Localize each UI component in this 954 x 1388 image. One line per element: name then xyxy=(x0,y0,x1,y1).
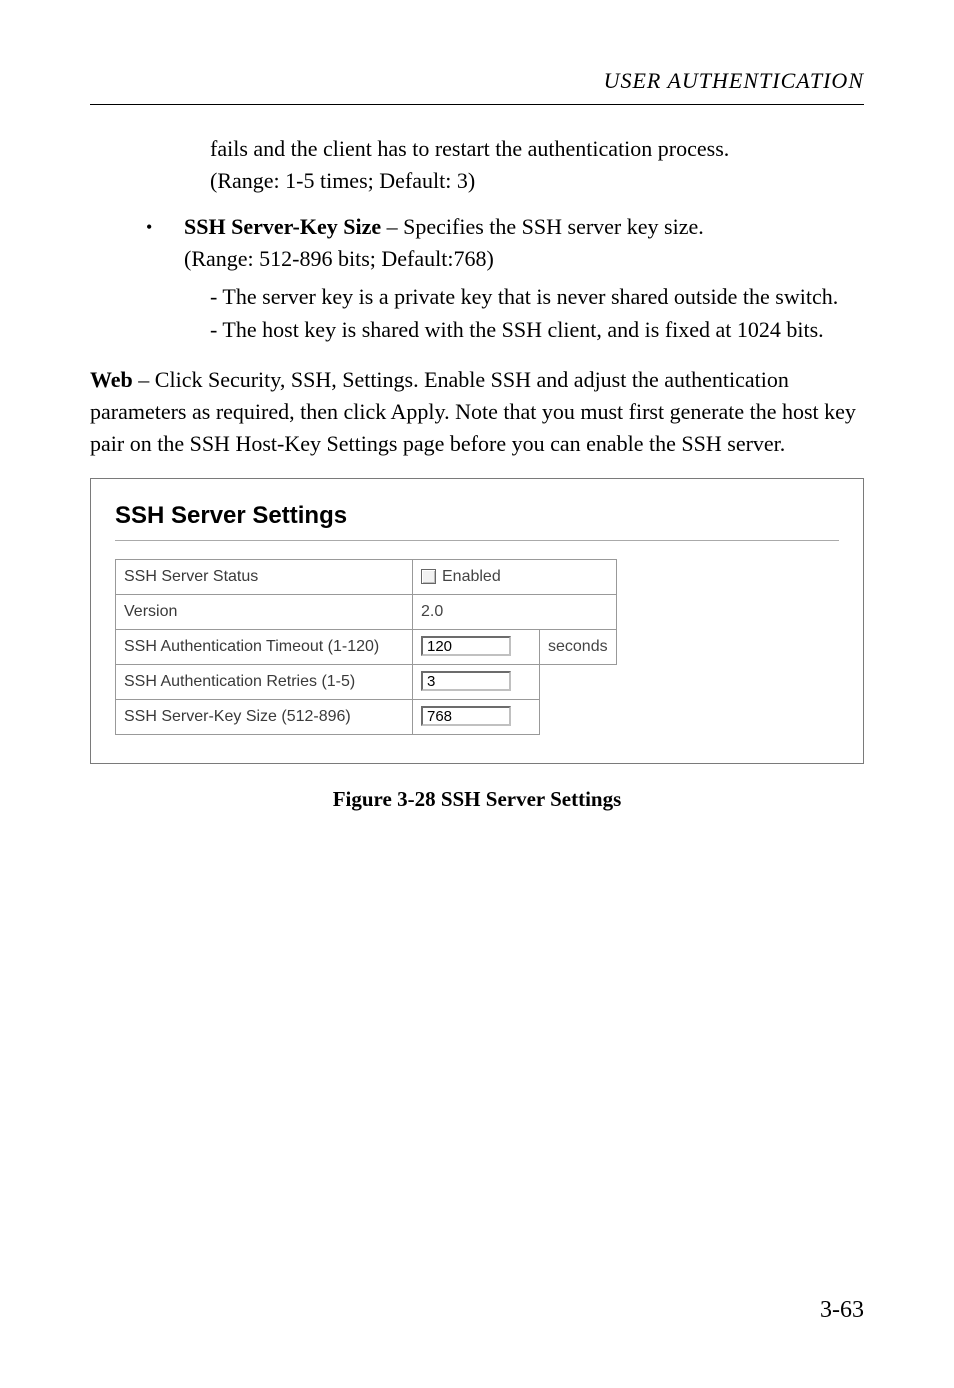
running-header: USER AUTHENTICATION xyxy=(0,0,954,100)
value-ssh-status: Enabled xyxy=(413,559,617,594)
continuation-paragraph: fails and the client has to restart the … xyxy=(210,133,864,197)
enabled-checkbox[interactable] xyxy=(421,569,436,584)
label-server-key-size: SSH Server-Key Size (512-896) xyxy=(116,699,413,734)
value-auth-retries-cell: 3 xyxy=(413,664,540,699)
auth-retries-input[interactable]: 3 xyxy=(421,671,511,691)
value-auth-timeout-cell: 120 xyxy=(413,629,540,664)
unit-seconds: seconds xyxy=(540,629,617,664)
bullet-body: SSH Server-Key Size – Specifies the SSH … xyxy=(184,211,864,275)
sub-bullet-1: - The server key is a private key that i… xyxy=(210,281,864,313)
settings-table: SSH Server Status Enabled Version 2.0 SS… xyxy=(115,559,617,735)
header-rule xyxy=(90,104,864,105)
sub-bullet-2: - The host key is shared with the SSH cl… xyxy=(210,314,864,346)
row-version: Version 2.0 xyxy=(116,594,617,629)
figure-title: SSH Server Settings xyxy=(115,499,839,534)
page-number: 3-63 xyxy=(820,1297,864,1324)
server-key-size-input[interactable]: 768 xyxy=(421,706,511,726)
sub-bullets: - The server key is a private key that i… xyxy=(210,281,864,347)
bullet-item-ssh-key-size: • SSH Server-Key Size – Specifies the SS… xyxy=(146,211,864,275)
label-ssh-status: SSH Server Status xyxy=(116,559,413,594)
bullet-line2: (Range: 512-896 bits; Default:768) xyxy=(184,246,494,271)
para1-line1: fails and the client has to restart the … xyxy=(210,136,729,161)
label-auth-timeout: SSH Authentication Timeout (1-120) xyxy=(116,629,413,664)
bullet-marker: • xyxy=(146,211,184,275)
web-bold: Web xyxy=(90,367,133,392)
para1-line2: (Range: 1-5 times; Default: 3) xyxy=(210,168,475,193)
row-auth-retries: SSH Authentication Retries (1-5) 3 xyxy=(116,664,617,699)
body-content: fails and the client has to restart the … xyxy=(0,133,954,814)
web-rest: – Click Security, SSH, Settings. Enable … xyxy=(90,367,856,456)
value-version: 2.0 xyxy=(413,594,617,629)
figure-rule xyxy=(115,540,839,541)
figure-caption: Figure 3-28 SSH Server Settings xyxy=(90,784,864,814)
web-paragraph: Web – Click Security, SSH, Settings. Ena… xyxy=(90,364,864,460)
row-server-key-size: SSH Server-Key Size (512-896) 768 xyxy=(116,699,617,734)
auth-timeout-input[interactable]: 120 xyxy=(421,636,511,656)
figure-screenshot: SSH Server Settings SSH Server Status En… xyxy=(90,478,864,764)
label-auth-retries: SSH Authentication Retries (1-5) xyxy=(116,664,413,699)
bullet-label: SSH Server-Key Size xyxy=(184,214,381,239)
enabled-label: Enabled xyxy=(442,565,501,588)
empty-cell-1 xyxy=(540,664,617,699)
row-ssh-status: SSH Server Status Enabled xyxy=(116,559,617,594)
row-auth-timeout: SSH Authentication Timeout (1-120) 120 s… xyxy=(116,629,617,664)
empty-cell-2 xyxy=(540,699,617,734)
label-version: Version xyxy=(116,594,413,629)
value-server-key-size-cell: 768 xyxy=(413,699,540,734)
bullet-rest: – Specifies the SSH server key size. xyxy=(381,214,704,239)
